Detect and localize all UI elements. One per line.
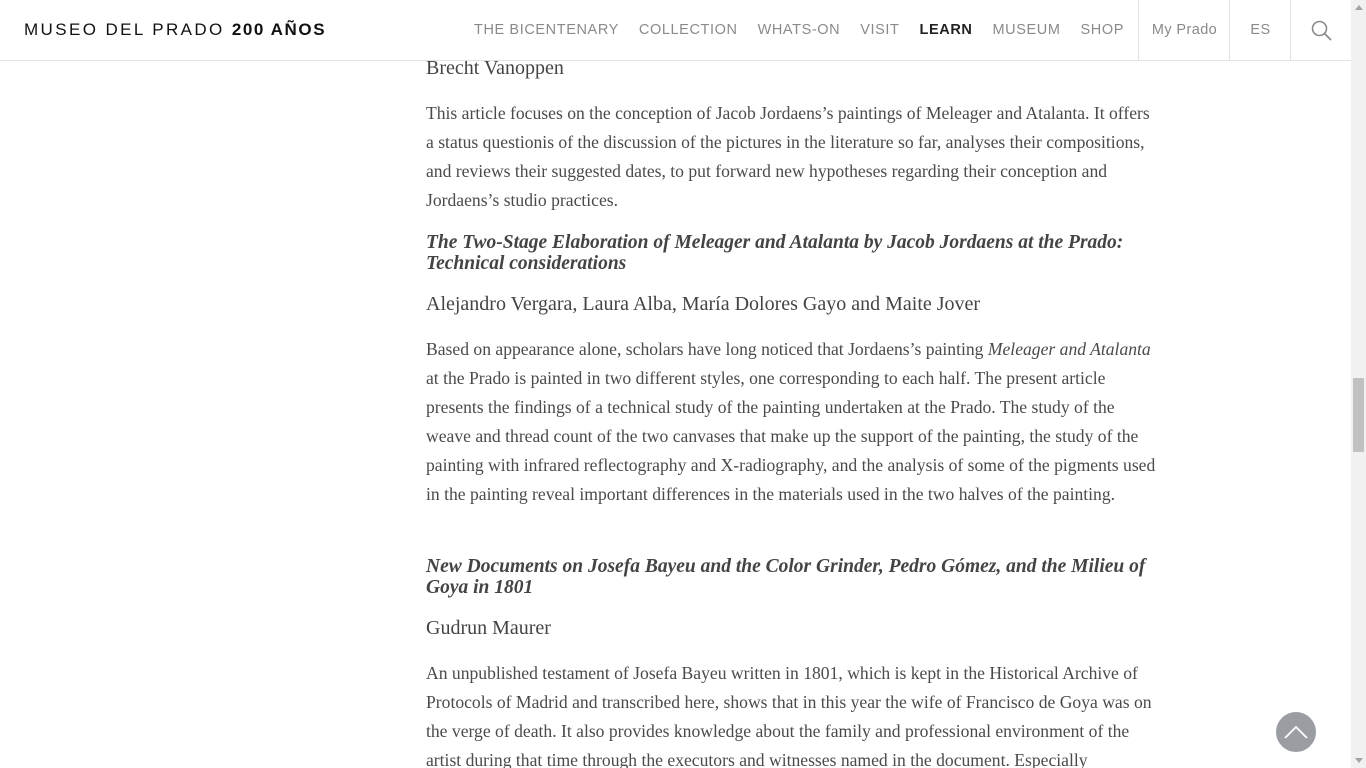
scroll-up-arrow[interactable]: [1355, 5, 1363, 10]
article-abstract: This article focuses on the conception o…: [426, 103, 1150, 210]
article-title[interactable]: New Documents on Josefa Bayeu and the Co…: [426, 556, 1158, 598]
abstract-text: at the Prado is painted in two different…: [426, 368, 1156, 504]
nav-item-museum[interactable]: MUSEUM: [982, 0, 1070, 60]
nav-item-whats-on[interactable]: WHATS-ON: [748, 0, 851, 60]
nav-item-learn[interactable]: LEARN: [910, 0, 983, 60]
back-to-top-button[interactable]: [1276, 712, 1316, 752]
nav-item-bicentenary[interactable]: THE BICENTENARY: [464, 0, 629, 60]
article-abstract: Based on appearance alone, scholars have…: [426, 335, 1158, 509]
article-title[interactable]: The Two-Stage Elaboration of Meleager an…: [426, 232, 1158, 274]
scroll-down-arrow[interactable]: [1355, 758, 1363, 763]
language-switch[interactable]: ES: [1229, 0, 1291, 60]
my-prado-link[interactable]: My Prado: [1138, 0, 1230, 60]
chevron-up-icon: [1284, 725, 1308, 739]
site-logo[interactable]: MUSEO DEL PRADO 200 AÑOS: [24, 19, 326, 41]
abstract-text: Based on appearance alone, scholars have…: [426, 339, 988, 359]
nav-item-visit[interactable]: VISIT: [850, 0, 909, 60]
nav-item-collection[interactable]: COLLECTION: [629, 0, 748, 60]
site-header: MUSEO DEL PRADO 200 AÑOS THE BICENTENARY…: [0, 0, 1351, 61]
search-icon: [1311, 20, 1332, 40]
logo-bicentenary: 200 AÑOS: [231, 20, 327, 39]
page-scrollbar[interactable]: [1351, 0, 1366, 768]
article-author: Gudrun Maurer: [426, 617, 551, 639]
painting-title: Meleager and Atalanta: [987, 339, 1151, 359]
main-nav: THE BICENTENARY COLLECTION WHATS-ON VISI…: [464, 0, 1134, 60]
search-button[interactable]: [1290, 0, 1352, 60]
nav-item-shop[interactable]: SHOP: [1071, 0, 1135, 60]
scrollbar-thumb[interactable]: [1353, 378, 1364, 452]
article-author: Alejandro Vergara, Laura Alba, María Dol…: [426, 293, 981, 315]
logo-text: MUSEO DEL PRADO: [24, 20, 225, 39]
article-abstract: An unpublished testament of Josefa Bayeu…: [426, 663, 1152, 768]
